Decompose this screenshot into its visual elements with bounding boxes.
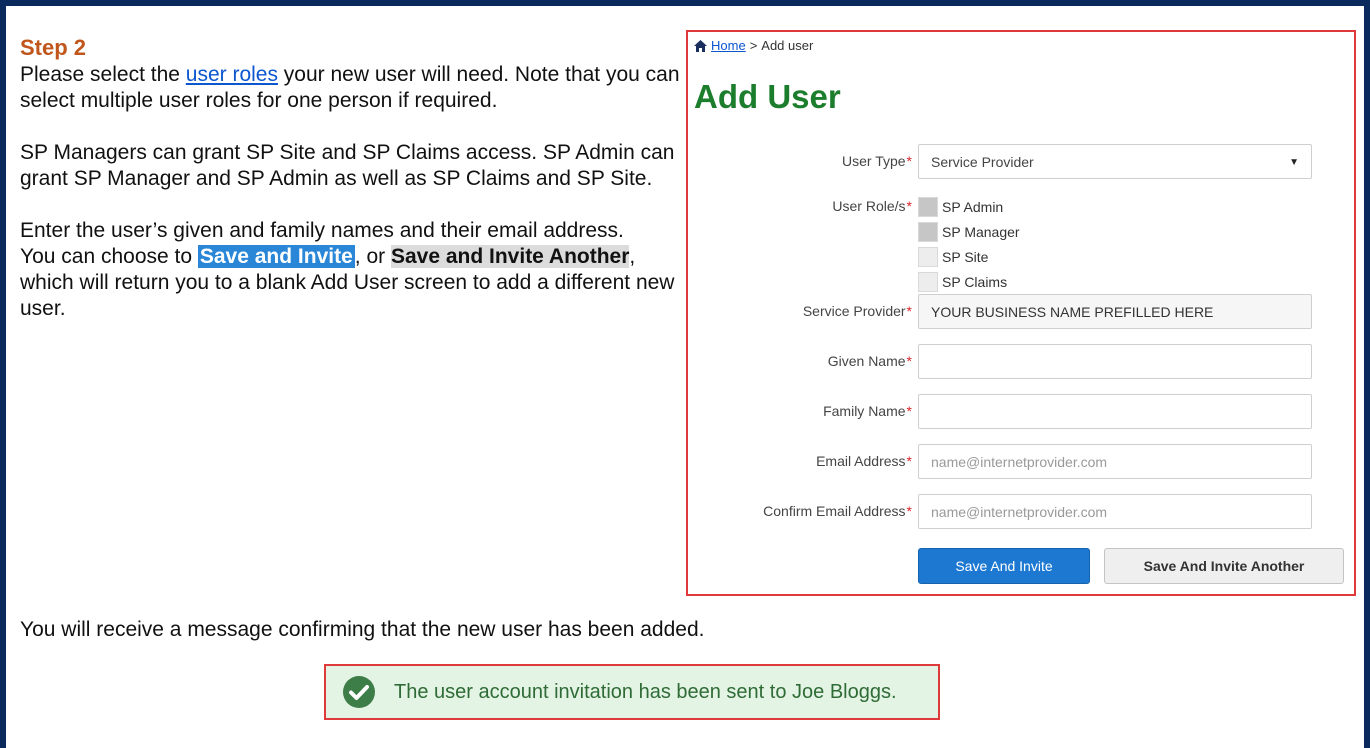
label-text: Email Address [816, 453, 906, 469]
instructions-paragraph-3: Enter the user’s given and family names … [20, 219, 624, 242]
role-option-sp-site[interactable]: SP Site [918, 244, 1020, 269]
email-label: Email Address* [816, 453, 912, 469]
user-roles-label: User Role/s* [832, 198, 912, 214]
instructions-text: Please select the [20, 63, 186, 86]
alert-message: The user account invitation has been sen… [394, 680, 897, 703]
success-alert: The user account invitation has been sen… [324, 664, 940, 720]
family-name-input[interactable] [918, 394, 1312, 429]
label-text: Confirm Email Address [763, 503, 906, 519]
save-invite-another-highlight: Save and Invite Another [390, 245, 630, 268]
checkbox[interactable] [918, 196, 938, 217]
role-label: SP Manager [942, 223, 1020, 240]
breadcrumb-separator: > [749, 38, 758, 53]
instructions-paragraph-1: Please select the user roles your new us… [20, 62, 680, 114]
page-title: Add User [694, 78, 841, 115]
step-title: Step 2 [20, 35, 87, 60]
user-roles-link[interactable]: user roles [186, 63, 278, 86]
required-mark: * [906, 303, 912, 319]
label-text: Service Provider [802, 303, 906, 319]
dropdown-arrow-icon: ▼ [1289, 157, 1299, 168]
given-name-input[interactable] [918, 344, 1312, 379]
checkbox[interactable] [918, 246, 938, 267]
service-provider-label: Service Provider* [803, 303, 912, 319]
given-name-label: Given Name* [828, 353, 912, 369]
required-mark: * [906, 453, 912, 469]
save-and-invite-button[interactable]: Save And Invite [918, 548, 1090, 584]
required-mark: * [906, 503, 912, 519]
checkbox[interactable] [918, 221, 938, 242]
confirmation-text: You will receive a message confirming th… [20, 618, 705, 641]
required-mark: * [906, 353, 912, 369]
check-circle-icon [343, 676, 375, 708]
family-name-label: Family Name* [823, 403, 912, 419]
label-text: Family Name [823, 403, 906, 419]
label-text: Given Name [827, 353, 906, 369]
instructions-text: You can choose to [20, 245, 198, 268]
user-type-select[interactable]: Service Provider ▼ [918, 144, 1312, 179]
service-provider-field[interactable]: YOUR BUSINESS NAME PREFILLED HERE [918, 294, 1312, 329]
user-type-value: Service Provider [931, 154, 1034, 170]
user-type-label: User Type* [842, 153, 912, 169]
add-user-form-panel: Home > Add user Add User User Type* Serv… [686, 30, 1356, 596]
home-icon [694, 39, 707, 52]
instructions-text: , or [354, 245, 391, 268]
instructions-paragraph-2: SP Managers can grant SP Site and SP Cla… [20, 141, 675, 190]
confirm-email-label: Confirm Email Address* [763, 503, 912, 519]
role-option-sp-manager[interactable]: SP Manager [918, 219, 1020, 244]
instructions: Step 2 Please select the user roles your… [20, 34, 680, 322]
user-roles-checkbox-group: SP Admin SP Manager SP Site SP Claims [918, 194, 1020, 294]
role-label: SP Admin [942, 198, 1004, 215]
save-invite-highlight: Save and Invite [197, 245, 355, 268]
breadcrumb-home-link[interactable]: Home [711, 38, 746, 53]
required-mark: * [906, 198, 912, 214]
role-label: SP Claims [942, 273, 1008, 290]
checkbox[interactable] [918, 271, 938, 292]
label-text: User Role/s [832, 198, 906, 214]
role-option-sp-admin[interactable]: SP Admin [918, 194, 1020, 219]
required-mark: * [906, 153, 912, 169]
breadcrumb: Home > Add user [694, 38, 813, 53]
page-frame: Step 2 Please select the user roles your… [0, 0, 1370, 748]
confirm-email-input[interactable]: name@internetprovider.com [918, 494, 1312, 529]
instructions-paragraph-4: You can choose to Save and Invite, or Sa… [20, 244, 680, 322]
role-option-sp-claims[interactable]: SP Claims [918, 269, 1020, 294]
role-label: SP Site [942, 248, 989, 265]
email-input[interactable]: name@internetprovider.com [918, 444, 1312, 479]
save-and-invite-another-button[interactable]: Save And Invite Another [1104, 548, 1344, 584]
required-mark: * [906, 403, 912, 419]
breadcrumb-current: Add user [761, 38, 814, 53]
label-text: User Type [842, 153, 906, 169]
